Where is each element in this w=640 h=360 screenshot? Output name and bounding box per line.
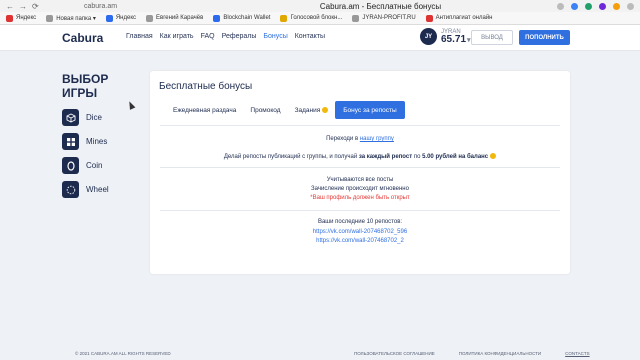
extension-icon[interactable] xyxy=(599,2,606,10)
bookmark-icon xyxy=(352,14,360,22)
bookmark-item[interactable]: Евгений Карачёв xyxy=(146,14,203,22)
browser-titlebar: ← → ⟳ cabura.am Cabura.am - Бесплатные б… xyxy=(0,0,640,12)
tab-repost-bonus[interactable]: Бонус за репосты xyxy=(335,101,405,119)
address-bar[interactable]: cabura.am xyxy=(84,3,204,10)
game-label: Mines xyxy=(86,137,108,146)
cube-icon xyxy=(62,109,79,126)
extension-icon[interactable] xyxy=(571,2,578,10)
repost-link[interactable]: https://vk.com/wall-207468702_596 xyxy=(150,229,570,235)
footer-link-terms[interactable]: ПОЛЬЗОВАТЕЛЬСКОЕ СОГЛАШЕНИЕ xyxy=(354,351,435,356)
tab-tasks[interactable]: Задания xyxy=(288,101,336,119)
tab-promocode[interactable]: Промокод xyxy=(243,101,287,119)
site-logo[interactable]: Cabura xyxy=(62,31,103,45)
mouse-cursor xyxy=(126,100,136,110)
divider xyxy=(160,210,560,211)
wheel-icon xyxy=(62,181,79,198)
bookmark-icon xyxy=(213,14,221,22)
divider xyxy=(160,167,560,168)
bookmark-item[interactable]: Голосовой блокн... xyxy=(280,14,342,22)
bonuses-card: Бесплатные бонусы Ежедневная раздача Про… xyxy=(150,71,570,274)
site-header: Cabura Главная Как играть FAQ Рефералы Б… xyxy=(0,25,640,51)
coin-icon xyxy=(322,107,329,113)
bookmark-folder[interactable]: Новая папка ▾ xyxy=(46,14,96,22)
game-label: Coin xyxy=(86,161,103,170)
tab-daily[interactable]: Ежедневная раздача xyxy=(166,101,243,119)
page-title-bar: Cabura.am - Бесплатные бонусы xyxy=(319,1,442,11)
nav-how-to-play[interactable]: Как играть xyxy=(160,33,194,40)
bookmark-item[interactable]: Яндекс xyxy=(6,14,36,22)
nav-bonuses[interactable]: Бонусы xyxy=(263,33,287,40)
coin-icon xyxy=(62,157,79,174)
game-item-wheel[interactable]: Wheel xyxy=(62,181,109,198)
menu-icon[interactable] xyxy=(627,2,634,10)
back-icon[interactable]: ← xyxy=(6,2,14,11)
deposit-button[interactable]: ПОПОЛНИТЬ xyxy=(519,30,570,45)
game-list: Dice Mines Coin Wheel xyxy=(62,109,109,198)
bookmark-icon xyxy=(105,14,113,22)
group-link[interactable]: нашу группу xyxy=(360,136,394,142)
game-item-mines[interactable]: Mines xyxy=(62,133,109,150)
nav-faq[interactable]: FAQ xyxy=(201,33,215,40)
main-nav: Главная Как играть FAQ Рефералы Бонусы К… xyxy=(126,33,325,40)
copyright: © 2021 CABURA.AM ALL RIGHTS RESERVED xyxy=(75,351,171,356)
site-footer: © 2021 CABURA.AM ALL RIGHTS RESERVED ПОЛ… xyxy=(0,346,640,360)
bookmark-icon xyxy=(146,14,154,22)
repost-link[interactable]: https://vk.com/wall-207468702_2 xyxy=(150,238,570,244)
bookmark-item[interactable]: JYRAN-PROFIT.RU xyxy=(352,14,416,22)
game-label: Wheel xyxy=(86,185,109,194)
balance: 65.71▾ xyxy=(441,33,471,45)
footer-links: ПОЛЬЗОВАТЕЛЬСКОЕ СОГЛАШЕНИЕ ПОЛИТИКА КОН… xyxy=(354,351,590,356)
group-link-line: Переходи в нашу группу xyxy=(326,136,394,142)
bookmark-icon xyxy=(280,14,288,22)
footer-link-contacts[interactable]: CONTACTS xyxy=(565,351,589,356)
nav-home[interactable]: Главная xyxy=(126,33,153,40)
rule-profile-open: *Ваш профиль должен быть открыт xyxy=(310,195,410,201)
bookmark-item[interactable]: Антиплагиат онлайн xyxy=(425,14,493,22)
extension-icon[interactable] xyxy=(585,2,592,10)
bookmark-icon xyxy=(425,14,433,22)
bookmark-item[interactable]: Blockchain Wallet xyxy=(213,14,270,22)
user-info: JYRAN 65.71▾ xyxy=(441,29,471,45)
game-item-dice[interactable]: Dice xyxy=(62,109,109,126)
avatar: JY xyxy=(420,28,437,45)
extension-icon[interactable] xyxy=(613,2,620,10)
rule-instant: Зачисление происходит мгновенно xyxy=(311,186,409,192)
reposts-title: Ваши последние 10 репостов: xyxy=(317,219,403,225)
page-title: Бесплатные бонусы xyxy=(159,81,253,92)
bookmark-item[interactable]: Яндекс xyxy=(105,14,136,22)
browser-toolbar-icons xyxy=(557,2,640,10)
game-label: Dice xyxy=(86,113,103,122)
repost-description: Делай репосты публикаций с группы, и пол… xyxy=(150,153,570,160)
withdraw-button[interactable]: ВЫВОД xyxy=(471,30,513,45)
sidebar-title: ВЫБОР ИГРЫ xyxy=(62,72,109,100)
coin-icon xyxy=(490,153,497,159)
extension-icon[interactable] xyxy=(557,2,564,10)
bookmark-icon xyxy=(6,14,13,22)
folder-icon xyxy=(46,14,54,22)
nav-referrals[interactable]: Рефералы xyxy=(222,33,257,40)
rule-all-posts: Учитываются все посты xyxy=(326,177,394,183)
divider xyxy=(160,125,560,126)
nav-contacts[interactable]: Контакты xyxy=(295,33,325,40)
game-item-coin[interactable]: Coin xyxy=(62,157,109,174)
reload-icon[interactable]: ⟳ xyxy=(32,2,39,11)
bonus-tabs: Ежедневная раздача Промокод Задания Бону… xyxy=(166,101,405,119)
browser-nav: ← → ⟳ xyxy=(0,2,84,11)
forward-icon[interactable]: → xyxy=(19,2,27,11)
grid-icon xyxy=(62,133,79,150)
bookmarks-bar: Яндекс Новая папка ▾ Яндекс Евгений Кара… xyxy=(0,12,640,25)
footer-link-privacy[interactable]: ПОЛИТИКА КОНФИДЕНЦИАЛЬНОСТИ xyxy=(459,351,541,356)
user-menu[interactable]: JY JYRAN 65.71▾ xyxy=(420,28,471,45)
